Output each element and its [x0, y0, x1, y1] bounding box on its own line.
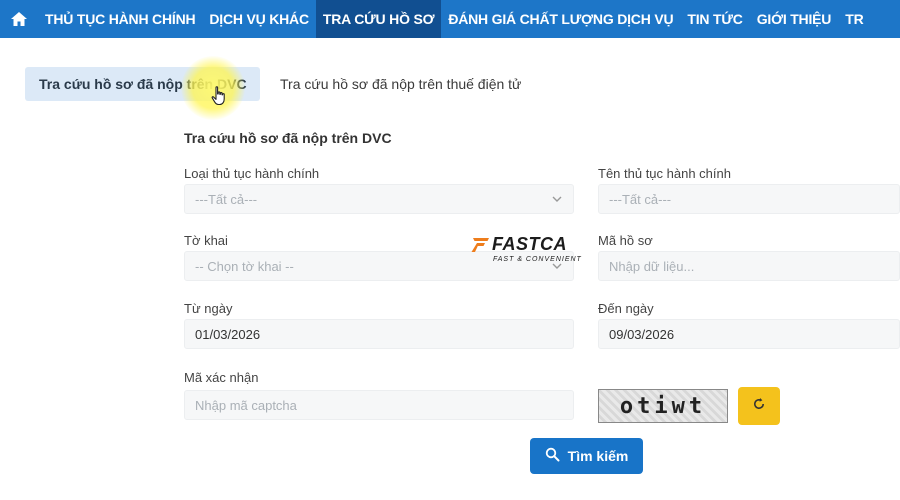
declaration-value: -- Chọn tờ khai -- [195, 258, 294, 274]
captcha-label: Mã xác nhận [184, 370, 259, 385]
nav-item-tra-cuu-ho-so[interactable]: TRA CỨU HỒ SƠ [315, 0, 442, 38]
fastca-watermark-logo: FASTCA FAST & CONVENIENT [470, 234, 585, 266]
from-date-value: 01/03/2026 [195, 326, 261, 342]
nav-item-dich-vu-khac[interactable]: DỊCH VỤ KHÁC [202, 0, 316, 38]
captcha-input[interactable]: Nhập mã captcha [184, 390, 574, 420]
to-date-input[interactable]: 09/03/2026 [598, 319, 900, 349]
procedure-name-label: Tên thủ tục hành chính [598, 166, 731, 181]
procedure-name-select[interactable]: ---Tất cả--- [598, 184, 900, 214]
captcha-image: otiwt [598, 389, 728, 423]
tab-thue-dien-tu[interactable]: Tra cứu hồ sơ đã nộp trên thuế điện tử [280, 67, 521, 101]
to-date-value: 09/03/2026 [609, 326, 675, 342]
nav-item-truncated[interactable]: TR [838, 0, 870, 38]
form-title: Tra cứu hồ sơ đã nộp trên DVC [184, 130, 392, 146]
top-nav: THỦ TỤC HÀNH CHÍNH DỊCH VỤ KHÁC TRA CỨU … [0, 0, 900, 38]
search-button[interactable]: Tìm kiếm [530, 438, 643, 474]
nav-item-tin-tuc[interactable]: TIN TỨC [680, 0, 749, 38]
search-button-label: Tìm kiếm [567, 448, 629, 464]
from-date-label: Từ ngày [184, 301, 233, 316]
search-icon [545, 447, 560, 465]
declaration-label: Tờ khai [184, 233, 228, 248]
file-code-placeholder: Nhập dữ liệu... [609, 258, 695, 274]
refresh-captcha-button[interactable] [738, 387, 780, 425]
fastca-logo-tagline: FAST & CONVENIENT [493, 256, 582, 263]
fastca-logo-name: FASTCA [492, 234, 567, 254]
procedure-type-select[interactable]: ---Tất cả--- [184, 184, 574, 214]
procedure-type-label: Loại thủ tục hành chính [184, 166, 320, 181]
procedure-name-value: ---Tất cả--- [609, 191, 672, 207]
fastca-mark-icon [471, 238, 489, 252]
to-date-label: Đến ngày [598, 301, 654, 316]
nav-item-thu-tuc-hanh-chinh[interactable]: THỦ TỤC HÀNH CHÍNH [38, 0, 202, 38]
nav-item-danh-gia-chat-luong[interactable]: ĐÁNH GIÁ CHẤT LƯỢNG DỊCH VỤ [441, 0, 680, 38]
nav-item-gioi-thieu[interactable]: GIỚI THIỆU [750, 0, 839, 38]
procedure-type-value: ---Tất cả--- [195, 191, 258, 207]
file-code-input[interactable]: Nhập dữ liệu... [598, 251, 900, 281]
home-icon[interactable] [0, 0, 38, 38]
captcha-placeholder: Nhập mã captcha [195, 397, 297, 413]
from-date-input[interactable]: 01/03/2026 [184, 319, 574, 349]
refresh-icon [752, 397, 766, 416]
chevron-down-icon [551, 193, 563, 208]
file-code-label: Mã hồ sơ [598, 233, 653, 248]
hand-cursor-icon [211, 86, 227, 111]
